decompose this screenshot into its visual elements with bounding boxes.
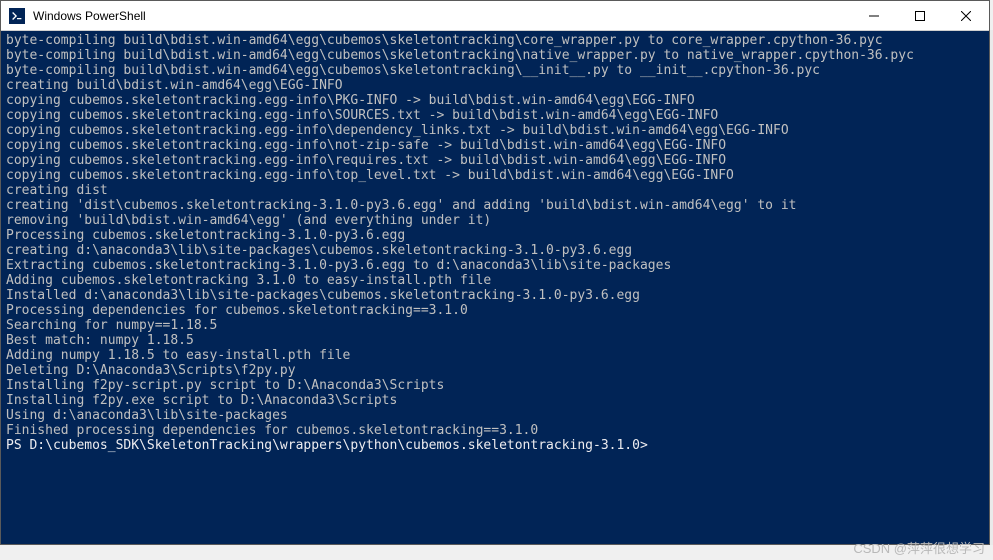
terminal-line: Installed d:\anaconda3\lib\site-packages… <box>6 288 984 303</box>
powershell-icon <box>9 8 25 24</box>
terminal-line: Finished processing dependencies for cub… <box>6 423 984 438</box>
maximize-button[interactable] <box>897 1 943 30</box>
terminal-line: removing 'build\bdist.win-amd64\egg' (an… <box>6 213 984 228</box>
terminal-line: copying cubemos.skeletontracking.egg-inf… <box>6 153 984 168</box>
terminal-line: Adding numpy 1.18.5 to easy-install.pth … <box>6 348 984 363</box>
powershell-window: Windows PowerShell byte-compiling build\… <box>0 0 990 545</box>
terminal-line: copying cubemos.skeletontracking.egg-inf… <box>6 168 984 183</box>
terminal-prompt[interactable]: PS D:\cubemos_SDK\SkeletonTracking\wrapp… <box>6 438 984 453</box>
terminal-line: byte-compiling build\bdist.win-amd64\egg… <box>6 48 984 63</box>
terminal-line: copying cubemos.skeletontracking.egg-inf… <box>6 123 984 138</box>
terminal-line: byte-compiling build\bdist.win-amd64\egg… <box>6 33 984 48</box>
terminal-line: Deleting D:\Anaconda3\Scripts\f2py.py <box>6 363 984 378</box>
terminal-line: creating 'dist\cubemos.skeletontracking-… <box>6 198 984 213</box>
terminal-line: creating build\bdist.win-amd64\egg\EGG-I… <box>6 78 984 93</box>
terminal-line: Best match: numpy 1.18.5 <box>6 333 984 348</box>
minimize-button[interactable] <box>851 1 897 30</box>
window-title: Windows PowerShell <box>33 9 851 23</box>
titlebar[interactable]: Windows PowerShell <box>1 1 989 31</box>
terminal-line: copying cubemos.skeletontracking.egg-inf… <box>6 93 984 108</box>
terminal-area[interactable]: byte-compiling build\bdist.win-amd64\egg… <box>1 31 989 544</box>
terminal-line: Searching for numpy==1.18.5 <box>6 318 984 333</box>
terminal-line: Processing cubemos.skeletontracking-3.1.… <box>6 228 984 243</box>
terminal-line: copying cubemos.skeletontracking.egg-inf… <box>6 138 984 153</box>
terminal-line: Installing f2py-script.py script to D:\A… <box>6 378 984 393</box>
terminal-output: byte-compiling build\bdist.win-amd64\egg… <box>1 31 989 455</box>
terminal-line: creating d:\anaconda3\lib\site-packages\… <box>6 243 984 258</box>
terminal-line: Installing f2py.exe script to D:\Anacond… <box>6 393 984 408</box>
close-button[interactable] <box>943 1 989 30</box>
terminal-line: Extracting cubemos.skeletontracking-3.1.… <box>6 258 984 273</box>
terminal-line: Adding cubemos.skeletontracking 3.1.0 to… <box>6 273 984 288</box>
watermark-text: CSDN @萍萍很想学习 <box>853 538 985 557</box>
terminal-line: copying cubemos.skeletontracking.egg-inf… <box>6 108 984 123</box>
window-controls <box>851 1 989 30</box>
terminal-line: creating dist <box>6 183 984 198</box>
terminal-line: Using d:\anaconda3\lib\site-packages <box>6 408 984 423</box>
terminal-line: byte-compiling build\bdist.win-amd64\egg… <box>6 63 984 78</box>
terminal-line: Processing dependencies for cubemos.skel… <box>6 303 984 318</box>
